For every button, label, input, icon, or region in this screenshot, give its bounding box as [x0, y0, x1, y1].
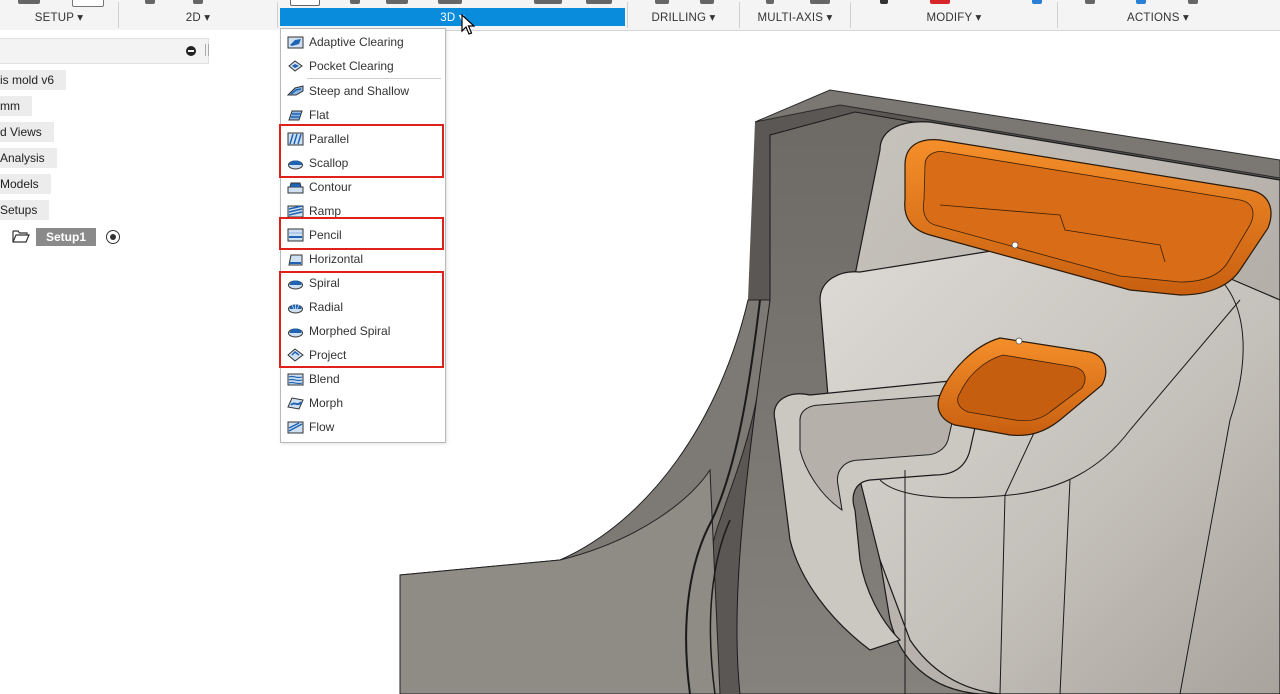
toolbar-group-2d[interactable]: 2D ▾: [119, 0, 277, 30]
browser-item-analysis[interactable]: Analysis: [0, 148, 57, 168]
toolbar-group-label: DRILLING ▾: [651, 12, 716, 24]
toolbar-group-multi-axis[interactable]: MULTI-AXIS ▾: [740, 0, 850, 30]
steep-shallow-icon: [287, 85, 304, 96]
toolbar-group-label: 2D ▾: [185, 12, 211, 24]
menu-item-flat[interactable]: Flat: [281, 104, 445, 126]
toolbar-icon-stub: [534, 0, 562, 4]
flow-icon: [287, 421, 304, 434]
menu-item-blend[interactable]: Blend: [281, 368, 445, 390]
toolbar-separator: [277, 2, 278, 28]
menu-item-horizontal[interactable]: Horizontal: [281, 248, 445, 270]
mouse-cursor-icon: [461, 14, 475, 35]
toolbar-icon-stub: [350, 0, 360, 4]
toolbar-group-setup[interactable]: SETUP ▾: [0, 0, 118, 30]
toolbar-group-label: 3D ▾: [440, 12, 465, 24]
morph-icon: [287, 397, 304, 410]
toolbar-group-modify[interactable]: MODIFY ▾: [851, 0, 1057, 30]
collapse-icon[interactable]: [186, 46, 196, 56]
menu-item-flow[interactable]: Flow: [281, 416, 445, 438]
horizontal-icon: [288, 254, 303, 266]
adaptive-clearing-icon: [287, 36, 304, 49]
panel-grip-icon[interactable]: [205, 44, 209, 56]
toolbar-icon-stub: [290, 0, 320, 6]
toolbar-group-drilling[interactable]: DRILLING ▾: [628, 0, 739, 30]
menu-item-contour[interactable]: Contour: [281, 176, 445, 198]
flat-icon: [288, 110, 303, 121]
contour-icon: [287, 182, 304, 194]
highlight-box-pencil: [279, 217, 444, 250]
highlight-box-parallel-scallop: [279, 124, 444, 178]
browser-item-named-views[interactable]: d Views: [0, 122, 54, 142]
toolbar-group-label: ACTIONS ▾: [1127, 12, 1189, 24]
browser-header: [0, 38, 209, 64]
browser-item-document[interactable]: is mold v6: [0, 70, 67, 90]
browser-panel: is mold v6 mm d Views Analysis Models Se…: [0, 30, 280, 694]
active-setup-radio-icon[interactable]: [106, 230, 120, 244]
menu-item-adaptive-clearing[interactable]: Adaptive Clearing: [281, 31, 445, 53]
menu-item-morph[interactable]: Morph: [281, 392, 445, 414]
toolbar-icon-stub: [438, 0, 462, 4]
menu-divider: [307, 78, 441, 79]
browser-item-setups[interactable]: Setups: [0, 200, 50, 220]
blend-icon: [287, 373, 304, 386]
setup-item[interactable]: Setup1: [36, 228, 97, 246]
browser-item-models[interactable]: Models: [0, 174, 51, 194]
pocket-clearing-icon: [288, 60, 303, 72]
toolbar-group-label: MODIFY ▾: [926, 12, 982, 24]
menu-item-steep-and-shallow[interactable]: Steep and Shallow: [281, 80, 445, 102]
folder-open-icon: [12, 230, 30, 243]
menu-item-pocket-clearing[interactable]: Pocket Clearing: [281, 55, 445, 77]
toolbar-icon-stub: [586, 0, 612, 4]
highlight-box-spiral-group: [279, 271, 444, 368]
toolbar: SETUP ▾ 2D ▾ 3D ▾ DRILLING ▾ MULTI-AXIS …: [0, 0, 1280, 31]
browser-item-units[interactable]: mm: [0, 96, 32, 116]
toolbar-group-actions[interactable]: ACTIONS ▾: [1058, 0, 1258, 30]
toolbar-group-label: MULTI-AXIS ▾: [757, 12, 833, 24]
toolbar-group-label: SETUP ▾: [34, 12, 84, 24]
toolbar-icon-stub: [386, 0, 408, 4]
toolbar-group-3d[interactable]: 3D ▾: [280, 8, 625, 26]
